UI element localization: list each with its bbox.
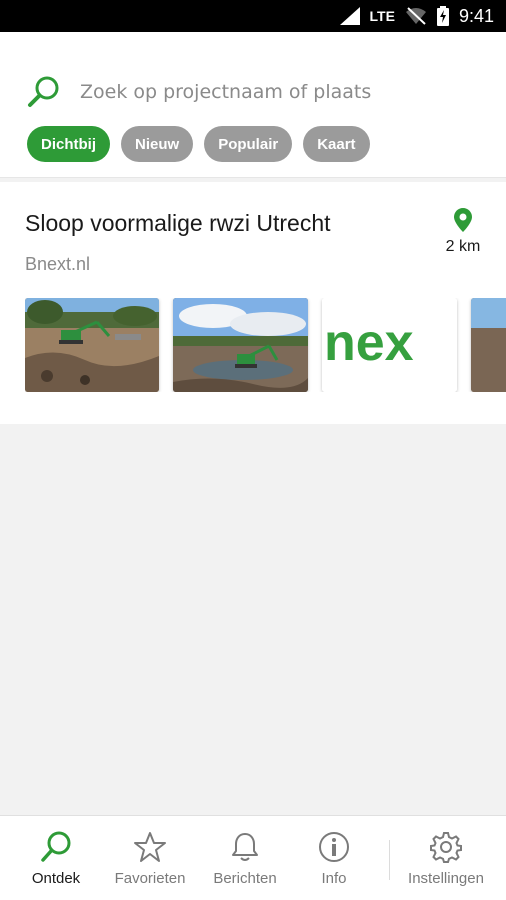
tab-label-instellingen: Instellingen bbox=[408, 870, 484, 887]
construction-site-photo-1[interactable] bbox=[25, 298, 159, 392]
search-icon bbox=[28, 76, 59, 107]
filter-chip-nieuw[interactable]: Nieuw bbox=[121, 126, 194, 162]
filter-chip-kaart[interactable]: Kaart bbox=[303, 126, 370, 162]
search-header: Dichtbij Nieuw Populair Kaart bbox=[0, 32, 506, 178]
distance-indicator: 2 km bbox=[438, 208, 488, 256]
tab-label-berichten: Berichten bbox=[213, 870, 277, 887]
construction-site-photo-4[interactable] bbox=[471, 298, 506, 392]
bell-icon bbox=[232, 833, 258, 861]
tab-label-ontdek: Ontdek bbox=[31, 870, 81, 887]
status-bar: LTE 9:41 bbox=[0, 0, 506, 32]
clock: 9:41 bbox=[458, 5, 494, 26]
location-pin-icon bbox=[454, 208, 472, 232]
tab-info[interactable]: Info bbox=[300, 816, 368, 900]
bnext-logo-image[interactable]: nex bbox=[322, 298, 457, 392]
search-icon bbox=[41, 831, 71, 862]
search-bar[interactable] bbox=[26, 72, 486, 112]
wifi-off-icon bbox=[405, 7, 426, 25]
gear-icon bbox=[430, 832, 462, 863]
project-card[interactable]: Sloop voormalige rwzi Utrecht Bnext.nl 2… bbox=[0, 182, 506, 424]
tab-divider bbox=[389, 840, 390, 880]
bottom-tab-bar: Ontdek Favorieten Berichten Info Instell… bbox=[0, 815, 506, 900]
distance-value: 2 km bbox=[445, 238, 481, 255]
logo-text: nex bbox=[324, 314, 414, 372]
tab-label-info: Info bbox=[321, 870, 347, 887]
signal-icon bbox=[339, 7, 360, 25]
tab-ontdek[interactable]: Ontdek bbox=[20, 816, 92, 900]
network-type: LTE bbox=[369, 8, 395, 24]
search-input[interactable] bbox=[80, 81, 460, 103]
battery-charging-icon bbox=[436, 6, 449, 26]
info-icon bbox=[319, 832, 349, 862]
tab-berichten[interactable]: Berichten bbox=[204, 816, 286, 900]
filter-chip-populair[interactable]: Populair bbox=[204, 126, 293, 162]
filter-chips: Dichtbij Nieuw Populair Kaart bbox=[27, 126, 370, 162]
star-icon bbox=[134, 832, 166, 862]
tab-favorieten[interactable]: Favorieten bbox=[104, 816, 196, 900]
construction-site-photo-2[interactable] bbox=[173, 298, 308, 392]
tab-label-favorieten: Favorieten bbox=[114, 870, 186, 887]
project-title: Sloop voormalige rwzi Utrecht bbox=[25, 210, 331, 236]
tab-instellingen[interactable]: Instellingen bbox=[400, 816, 492, 900]
project-source: Bnext.nl bbox=[25, 254, 91, 274]
filter-chip-dichtbij[interactable]: Dichtbij bbox=[27, 126, 110, 162]
photo-carousel[interactable]: nex bbox=[25, 298, 506, 392]
